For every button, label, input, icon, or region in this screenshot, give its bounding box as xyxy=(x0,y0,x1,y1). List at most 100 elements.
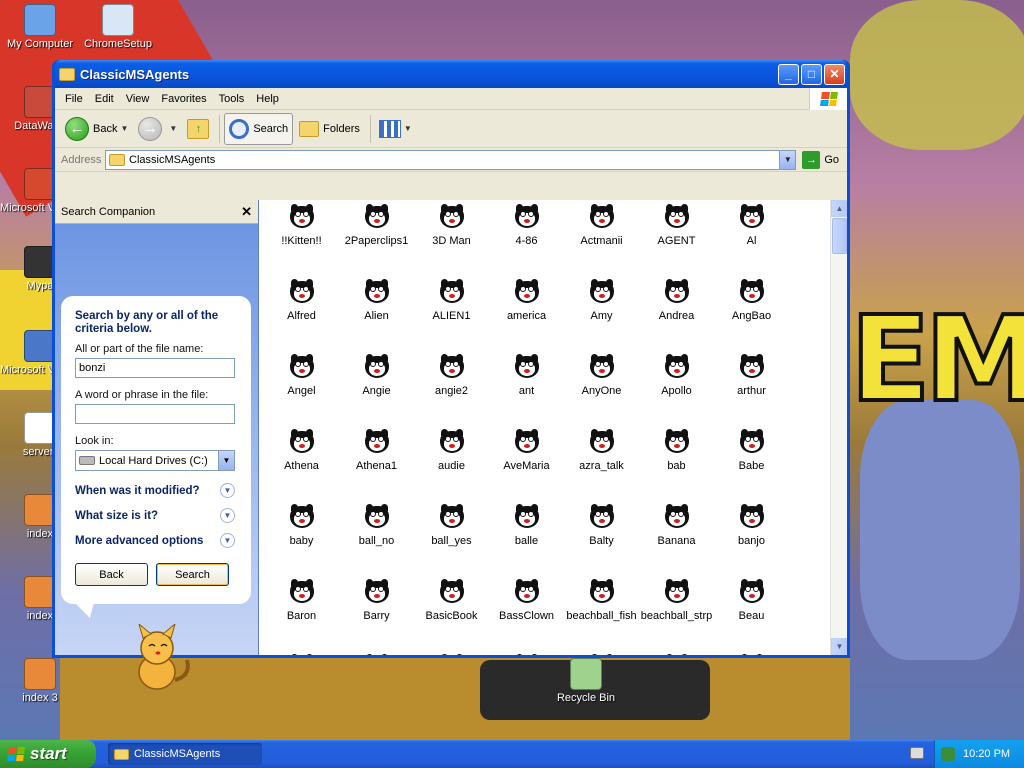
search-dog-cat-icon[interactable] xyxy=(117,624,197,694)
back-button[interactable]: ← Back ▼ xyxy=(61,113,132,145)
vertical-scrollbar[interactable]: ▲ ▼ xyxy=(830,200,847,655)
phrase-input[interactable] xyxy=(75,404,235,424)
file-item[interactable]: AnyOne xyxy=(564,354,639,429)
keyboard-icon[interactable] xyxy=(910,747,924,759)
file-item[interactable]: ball_no xyxy=(339,504,414,579)
file-item[interactable] xyxy=(489,654,564,655)
file-name: beachball_fish xyxy=(566,610,637,622)
file-item[interactable] xyxy=(414,654,489,655)
back-search-button[interactable]: Back xyxy=(75,563,148,586)
start-button[interactable]: start xyxy=(0,740,96,768)
file-item[interactable]: azra_talk xyxy=(564,429,639,504)
file-item[interactable]: Alien xyxy=(339,279,414,354)
file-item[interactable]: Amy xyxy=(564,279,639,354)
chevron-down-icon[interactable]: ▼ xyxy=(218,451,234,470)
file-item[interactable]: audie xyxy=(414,429,489,504)
dropdown-arrow-icon[interactable]: ▼ xyxy=(120,124,128,133)
file-item[interactable]: ball_yes xyxy=(414,504,489,579)
file-item[interactable]: Angie xyxy=(339,354,414,429)
chevron-down-icon[interactable]: ▼ xyxy=(220,508,235,523)
desktop-icon[interactable]: Recycle Bin xyxy=(546,658,626,704)
option-size[interactable]: What size is it? ▼ xyxy=(75,508,235,523)
file-item[interactable] xyxy=(264,654,339,655)
go-button[interactable]: → Go xyxy=(796,150,847,169)
chevron-down-icon[interactable]: ▼ xyxy=(220,533,235,548)
option-advanced[interactable]: More advanced options ▼ xyxy=(75,533,235,548)
option-modified[interactable]: When was it modified? ▼ xyxy=(75,483,235,498)
file-item[interactable]: Beau xyxy=(714,579,789,654)
scroll-up-icon[interactable]: ▲ xyxy=(831,200,847,217)
file-item[interactable]: Andrea xyxy=(639,279,714,354)
menu-tools[interactable]: Tools xyxy=(213,93,251,105)
file-item[interactable] xyxy=(339,654,414,655)
file-item[interactable]: angie2 xyxy=(414,354,489,429)
title-bar[interactable]: ClassicMSAgents _ □ ✕ xyxy=(55,60,847,88)
file-item[interactable]: AveMaria xyxy=(489,429,564,504)
file-item[interactable] xyxy=(714,654,789,655)
desktop-icon[interactable]: ChromeSetup xyxy=(78,4,158,50)
file-item[interactable]: beachball_strp xyxy=(639,579,714,654)
search-button[interactable]: Search xyxy=(224,112,294,145)
file-item[interactable]: arthur xyxy=(714,354,789,429)
file-name-input[interactable] xyxy=(75,358,235,378)
chevron-down-icon[interactable]: ▼ xyxy=(220,483,235,498)
forward-button[interactable]: → ▼ xyxy=(134,113,181,145)
file-item[interactable]: 4-86 xyxy=(489,204,564,279)
menu-help[interactable]: Help xyxy=(250,93,285,105)
file-item[interactable]: bab xyxy=(639,429,714,504)
desktop-icon[interactable]: index 3 xyxy=(0,658,80,704)
file-item[interactable]: beachball_fish xyxy=(564,579,639,654)
file-item[interactable]: Alfred xyxy=(264,279,339,354)
look-in-select[interactable]: Local Hard Drives (C:) ▼ xyxy=(75,450,235,471)
file-item[interactable]: BassClown xyxy=(489,579,564,654)
file-item[interactable]: america xyxy=(489,279,564,354)
menu-favorites[interactable]: Favorites xyxy=(155,93,212,105)
views-button[interactable]: ▼ xyxy=(375,113,416,145)
folders-button[interactable]: Folders xyxy=(295,113,364,145)
file-item[interactable]: BasicBook xyxy=(414,579,489,654)
dropdown-arrow-icon[interactable]: ▼ xyxy=(169,124,177,133)
close-button[interactable]: ✕ xyxy=(824,63,845,85)
file-item[interactable]: Barry xyxy=(339,579,414,654)
file-item[interactable]: AngBao xyxy=(714,279,789,354)
file-item[interactable]: Athena1 xyxy=(339,429,414,504)
menu-edit[interactable]: Edit xyxy=(89,93,120,105)
scroll-down-icon[interactable]: ▼ xyxy=(831,638,847,655)
file-item[interactable]: 3D Man xyxy=(414,204,489,279)
address-input[interactable]: ClassicMSAgents ▼ xyxy=(105,149,797,170)
up-folder-button[interactable]: ↑ xyxy=(183,113,213,145)
taskbar-item-classicmsagents[interactable]: ClassicMSAgents xyxy=(108,743,262,765)
file-item[interactable] xyxy=(564,654,639,655)
network-icon[interactable] xyxy=(941,747,955,761)
file-item[interactable]: balle xyxy=(489,504,564,579)
file-item[interactable]: Babe xyxy=(714,429,789,504)
scroll-thumb[interactable] xyxy=(832,218,847,254)
file-item[interactable]: Balty xyxy=(564,504,639,579)
file-item[interactable]: !!Kitten!! xyxy=(264,204,339,279)
chevron-down-icon[interactable]: ▼ xyxy=(779,150,796,169)
file-item[interactable]: ant xyxy=(489,354,564,429)
file-item[interactable]: Baron xyxy=(264,579,339,654)
file-item[interactable]: banjo xyxy=(714,504,789,579)
file-item[interactable]: ALIEN1 xyxy=(414,279,489,354)
file-item[interactable]: baby xyxy=(264,504,339,579)
file-item[interactable]: Angel xyxy=(264,354,339,429)
menu-view[interactable]: View xyxy=(120,93,156,105)
file-item[interactable]: Athena xyxy=(264,429,339,504)
file-item[interactable]: 2Paperclips1 xyxy=(339,204,414,279)
file-item[interactable]: Banana xyxy=(639,504,714,579)
file-item[interactable]: Al xyxy=(714,204,789,279)
menu-file[interactable]: File xyxy=(59,93,89,105)
file-item[interactable]: Apollo xyxy=(639,354,714,429)
ms-agent-character-icon xyxy=(739,579,764,605)
minimize-button[interactable]: _ xyxy=(778,63,799,85)
maximize-button[interactable]: □ xyxy=(801,63,822,85)
file-item[interactable] xyxy=(639,654,714,655)
file-item[interactable]: AGENT xyxy=(639,204,714,279)
desktop-icon[interactable]: My Computer xyxy=(0,4,80,50)
close-icon[interactable]: ✕ xyxy=(241,204,252,220)
run-search-button[interactable]: Search xyxy=(156,563,229,586)
ms-agent-character-icon xyxy=(664,504,689,530)
clock[interactable]: 10:20 PM xyxy=(963,748,1010,760)
file-item[interactable]: Actmanii xyxy=(564,204,639,279)
